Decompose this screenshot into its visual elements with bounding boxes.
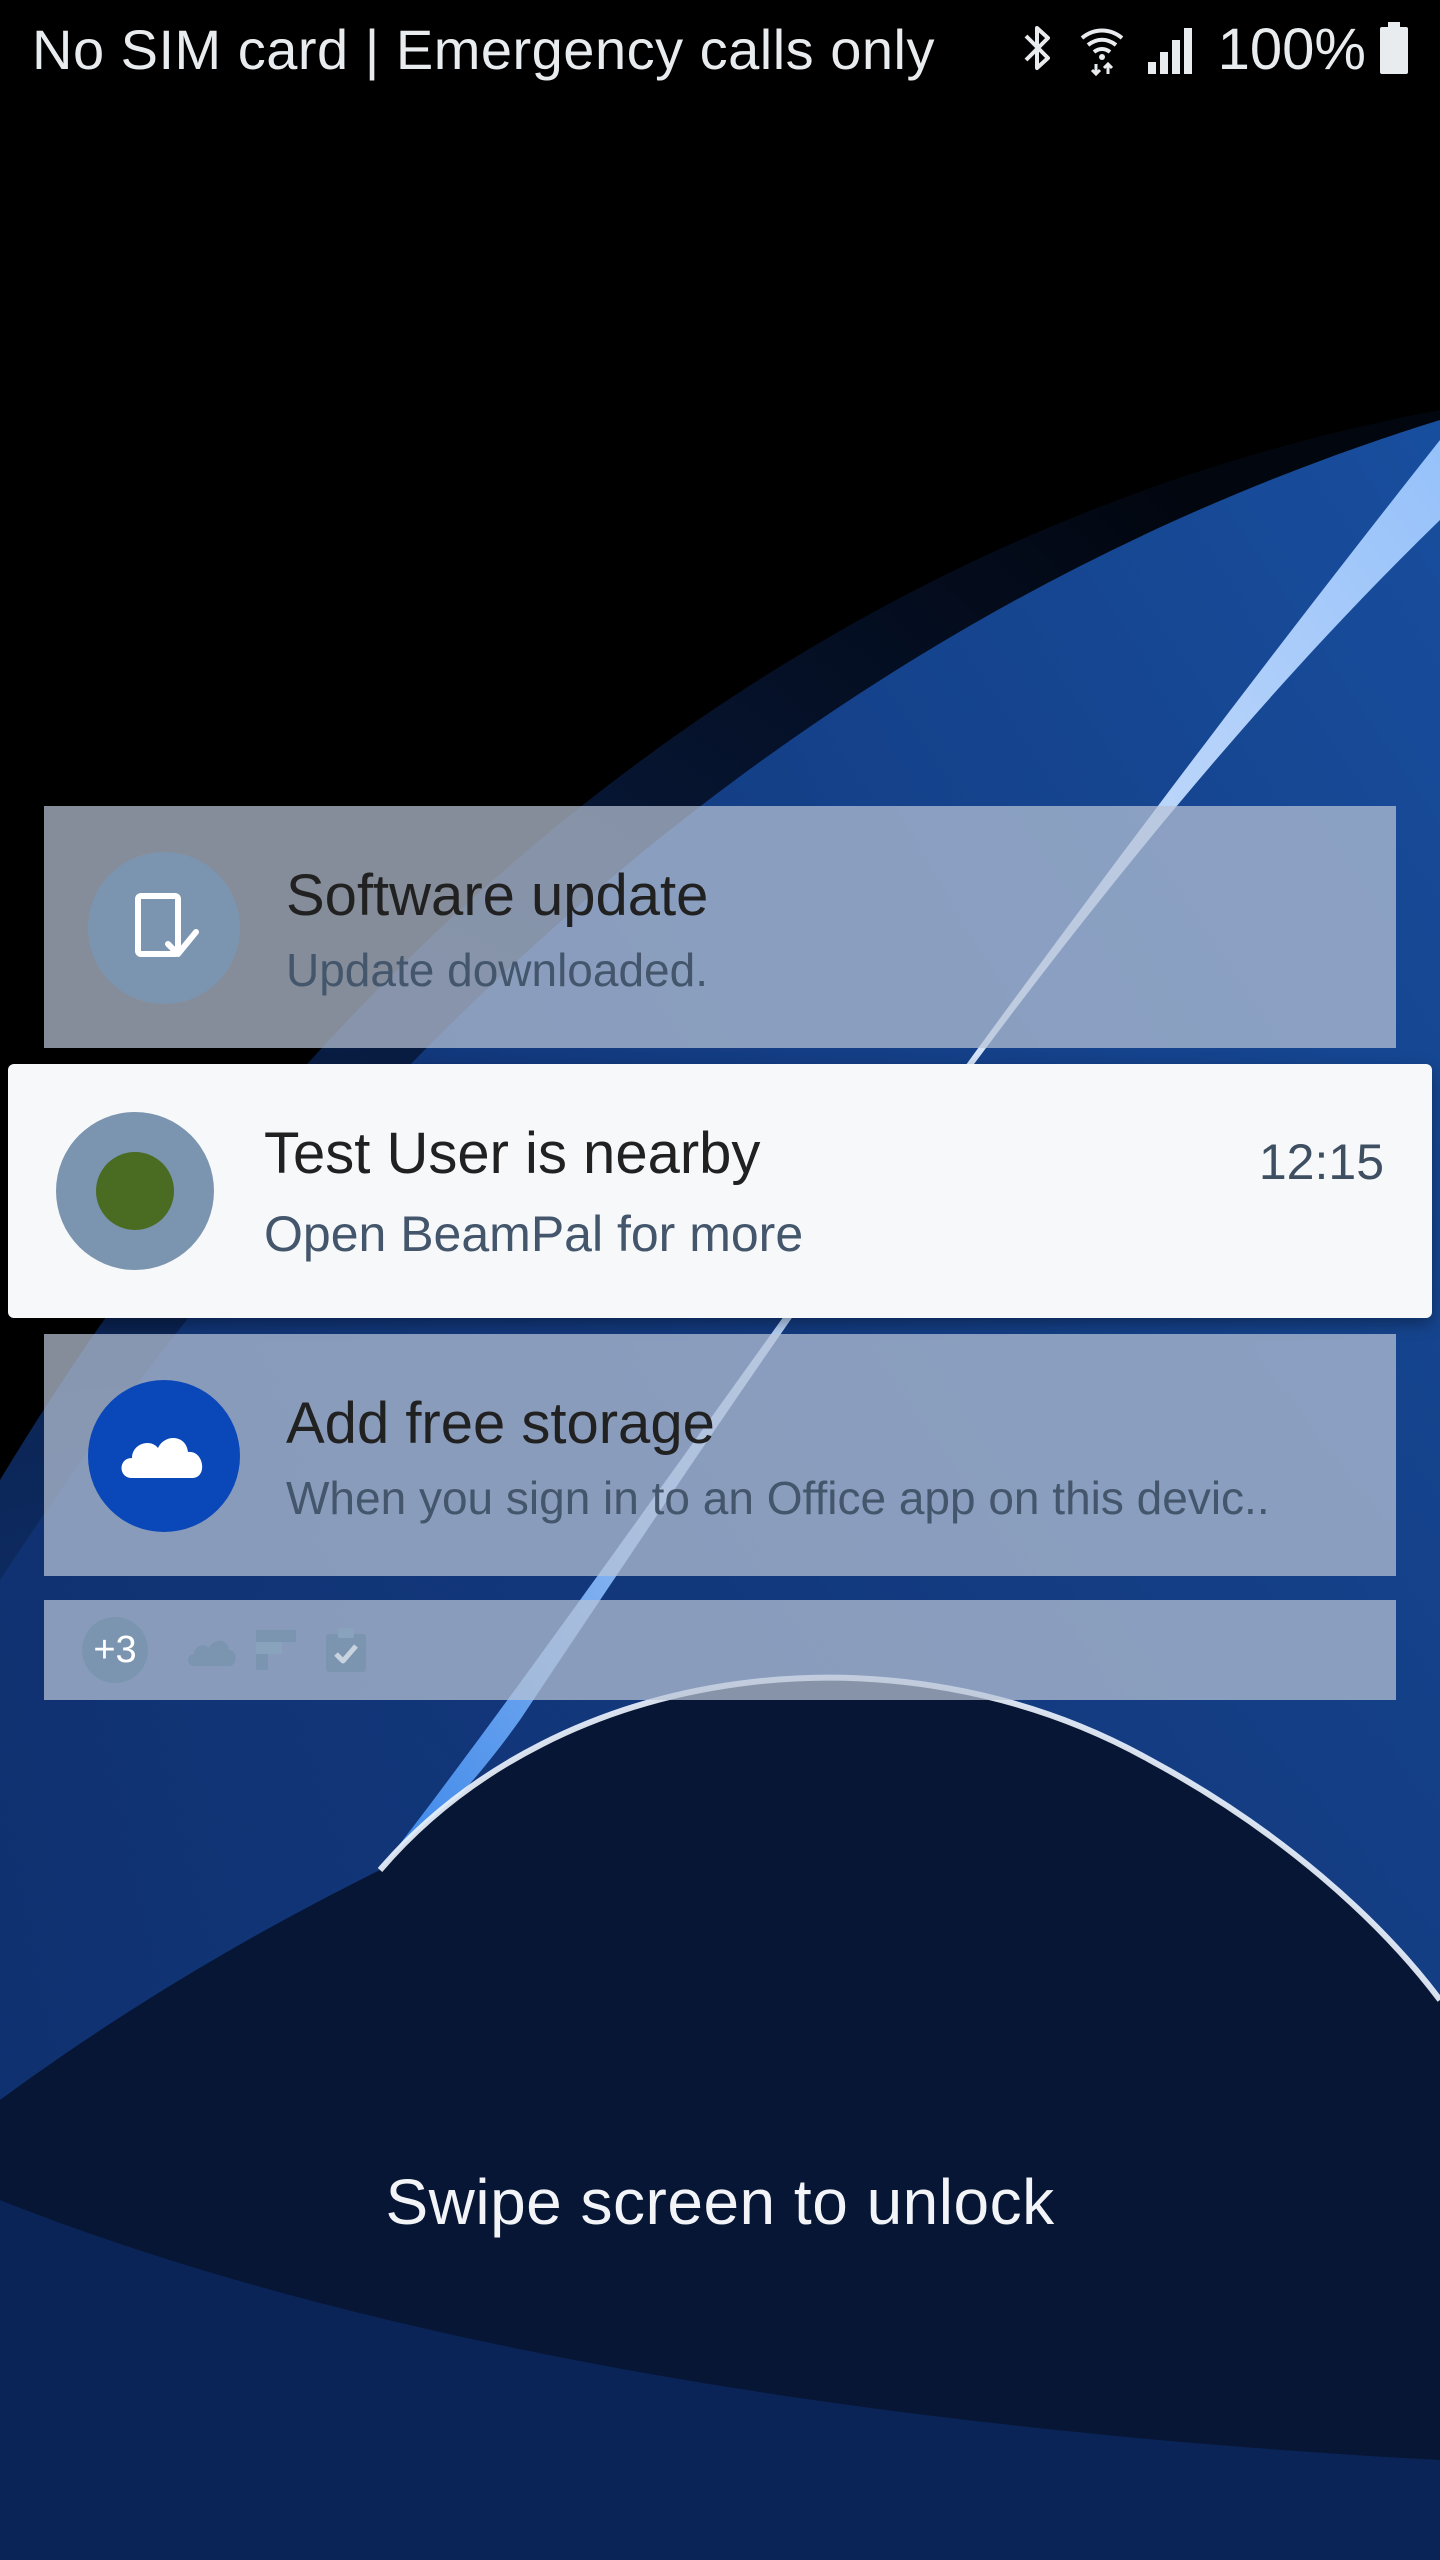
more-count-badge: +3 [82,1617,148,1683]
status-bar: No SIM card | Emergency calls only 100% [0,0,1440,100]
beampal-dot [96,1152,174,1230]
notification-add-free-storage[interactable]: Add free storage When you sign in to an … [44,1334,1396,1576]
notification-text: When you sign in to an Office app on thi… [286,1472,1270,1524]
notification-beampal[interactable]: Test User is nearby Open BeamPal for mor… [8,1064,1432,1318]
signal-icon [1146,20,1198,81]
wifi-icon [1078,20,1126,81]
notification-title: Test User is nearby [264,1121,761,1186]
flipboard-icon [256,1630,296,1675]
battery-icon [1378,20,1410,81]
swipe-to-unlock-hint: Swipe screen to unlock [385,2166,1055,2238]
notification-title: Add free storage [286,1391,715,1456]
battery-percent: 100% [1217,17,1366,82]
onedrive-cloud-icon [88,1380,240,1532]
software-update-icon [88,852,240,1004]
clipboard-check-icon [324,1626,368,1679]
cloud-icon [184,1630,238,1675]
notification-software-update[interactable]: Software update Update downloaded. [44,806,1396,1048]
beampal-icon [56,1112,214,1270]
notification-text: Open BeamPal for more [264,1206,804,1262]
status-icons: 100% [1018,16,1410,84]
notification-title: Software update [286,863,709,928]
carrier-status-text: No SIM card | Emergency calls only [32,18,935,81]
more-notifications-bar[interactable]: +3 [44,1600,1396,1700]
notification-time: 12:15 [1258,1134,1384,1190]
notification-text: Update downloaded. [286,944,708,996]
bluetooth-icon [1018,20,1058,81]
